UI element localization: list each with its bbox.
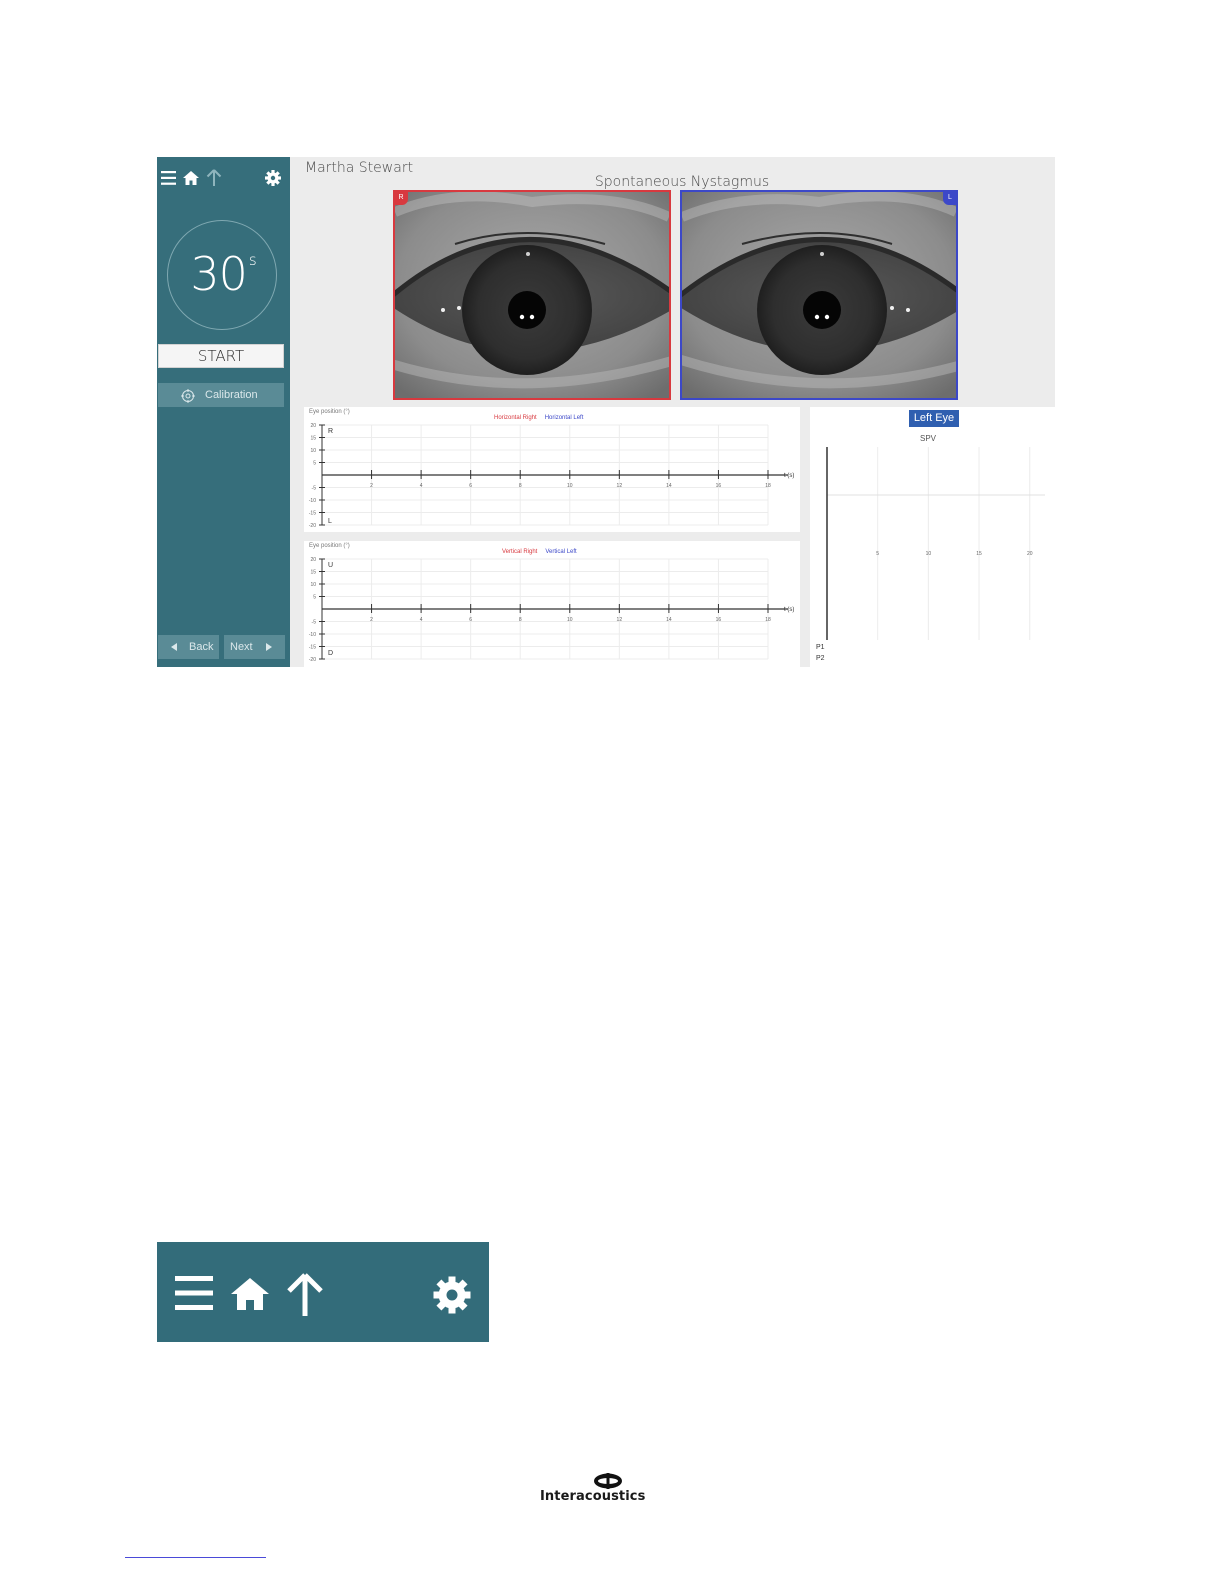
footer-link-underline[interactable] — [125, 1557, 266, 1558]
vertical-x-tick-label: 14 — [666, 617, 672, 623]
vertical-position-chart: 20 15 10 5 -5 -10 -15 -20 2 4 6 8 10 12 14 16 18 Eye pos… — [304, 541, 800, 667]
vertical-y-tick-label: -20 — [309, 657, 316, 663]
horizontal-x-tick-label: 10 — [567, 483, 573, 489]
left-eye-video: L — [680, 190, 958, 400]
vertical-x-tick-label: 8 — [519, 617, 522, 623]
timer-display: 30 s — [167, 220, 277, 330]
horizontal-x-tick-label: 16 — [716, 483, 722, 489]
toolbar-closeup — [157, 1242, 489, 1342]
horizontal-y-tick-label: 20 — [310, 423, 316, 429]
horizontal-y-tick-label: -5 — [312, 486, 317, 492]
right-eye-tag: R — [395, 192, 408, 205]
timer-unit: s — [248, 251, 257, 269]
next-button[interactable]: Next — [224, 635, 285, 659]
spv-bottom-label-2: P2 — [816, 655, 825, 662]
vertical-chart-legend: Vertical Right Vertical Left — [502, 549, 577, 555]
back-label: Back — [189, 641, 214, 653]
calibration-icon — [181, 388, 195, 412]
vertical-x-tick-label: 4 — [420, 617, 423, 623]
spv-chart-plot: 5 10 15 20 — [826, 447, 1045, 640]
vertical-x-tick-label: 16 — [716, 617, 722, 623]
horizontal-x-tick-label: 6 — [469, 483, 472, 489]
vertical-y-tick-label: 20 — [310, 557, 316, 563]
sidebar-topbar — [157, 157, 290, 199]
vertical-top-direction: U — [328, 562, 334, 569]
horizontal-y-tick-label: -15 — [309, 511, 316, 517]
horizontal-chart-title: Eye position (°) — [309, 409, 350, 415]
app-screenshot: 30 s START Calibration Back Next Martha S… — [157, 157, 1055, 667]
spv-label: SPV — [920, 434, 937, 443]
calibration-label: Calibration — [205, 389, 258, 401]
test-title: Spontaneous Nystagmus — [594, 174, 770, 190]
up-arrow-icon[interactable] — [285, 1272, 325, 1321]
back-arrow-icon — [171, 643, 177, 651]
horizontal-y-tick-label: -20 — [309, 523, 316, 529]
legend-vertical-right: Vertical Right — [502, 549, 538, 555]
calibration-button[interactable]: Calibration — [158, 383, 284, 407]
up-arrow-icon[interactable] — [206, 169, 222, 192]
spv-chart: 5 10 15 20 Left Eye SPV P1 P2 — [810, 407, 1055, 667]
horizontal-y-tick-label: 15 — [310, 436, 316, 442]
vertical-y-tick-label: 10 — [310, 582, 316, 588]
horizontal-y-tick-label: 5 — [313, 461, 316, 467]
horizontal-x-tick-label: 18 — [765, 483, 771, 489]
horizontal-x-tick-label: 8 — [519, 483, 522, 489]
vertical-chart-plot: 20 15 10 5 -5 -10 -15 -20 2 4 6 8 10 12 14 16 18 — [309, 557, 788, 663]
gear-icon[interactable] — [433, 1276, 471, 1319]
vertical-bottom-direction: D — [328, 650, 334, 657]
horizontal-x-tick-label: 14 — [666, 483, 672, 489]
spv-bottom-label-1: P1 — [816, 644, 825, 651]
left-eye-image — [682, 192, 956, 398]
brand-logo: Interacoustics — [540, 1472, 680, 1508]
right-eye-image — [395, 192, 669, 398]
timer-value: 30 s — [190, 247, 257, 301]
home-icon[interactable] — [231, 1278, 269, 1315]
vertical-y-tick-label: 5 — [313, 595, 316, 601]
vertical-x-tick-label: 12 — [617, 617, 623, 623]
vertical-y-tick-label: -5 — [312, 620, 317, 626]
spv-x-tick-label: 10 — [926, 551, 932, 557]
legend-horizontal-right: Horizontal Right — [494, 415, 537, 421]
start-button[interactable]: START — [158, 344, 284, 368]
brand-symbol-icon — [594, 1473, 622, 1489]
menu-icon[interactable] — [161, 171, 176, 190]
back-button[interactable]: Back — [158, 635, 219, 659]
horizontal-x-tick-label: 2 — [370, 483, 373, 489]
gear-icon[interactable] — [265, 170, 281, 191]
horizontal-position-chart: 20 15 10 5 -5 -10 -15 -20 2 4 6 8 10 12 14 16 18 Eye pos… — [304, 407, 800, 532]
home-icon[interactable] — [183, 171, 199, 190]
next-label: Next — [230, 641, 253, 653]
left-eye-tag: L — [943, 192, 956, 205]
sidebar: 30 s START Calibration Back Next — [157, 157, 290, 667]
brand-name: Interacoustics — [540, 1489, 646, 1504]
right-eye-video: R — [393, 190, 671, 400]
vertical-y-tick-label: -15 — [309, 645, 316, 651]
horizontal-top-direction: R — [328, 428, 334, 435]
vertical-y-tick-label: -10 — [309, 632, 316, 638]
menu-icon[interactable] — [175, 1276, 213, 1315]
spv-x-tick-label: 15 — [976, 551, 982, 557]
vertical-time-unit: t (s) — [784, 607, 795, 613]
legend-vertical-left: Vertical Left — [545, 549, 577, 555]
next-arrow-icon — [266, 643, 272, 651]
horizontal-x-tick-label: 12 — [617, 483, 623, 489]
vertical-x-tick-label: 10 — [567, 617, 573, 623]
vertical-y-tick-label: 15 — [310, 570, 316, 576]
patient-name: Martha Stewart — [305, 160, 414, 176]
vertical-x-tick-label: 18 — [765, 617, 771, 623]
spv-x-tick-label: 5 — [876, 551, 879, 557]
horizontal-time-unit: t (s) — [784, 473, 795, 479]
vertical-x-tick-label: 2 — [370, 617, 373, 623]
horizontal-x-tick-label: 4 — [420, 483, 423, 489]
horizontal-chart-legend: Horizontal Right Horizontal Left — [494, 415, 583, 421]
vertical-chart-title: Eye position (°) — [309, 543, 350, 549]
left-eye-button[interactable]: Left Eye — [909, 410, 959, 427]
horizontal-y-tick-label: -10 — [309, 498, 316, 504]
vertical-x-tick-label: 6 — [469, 617, 472, 623]
horizontal-y-tick-label: 10 — [310, 448, 316, 454]
spv-x-tick-label: 20 — [1027, 551, 1033, 557]
legend-horizontal-left: Horizontal Left — [544, 415, 584, 421]
horizontal-chart-plot: 20 15 10 5 -5 -10 -15 -20 2 4 6 8 10 12 14 16 18 — [309, 423, 788, 529]
horizontal-bottom-direction: L — [328, 518, 332, 525]
